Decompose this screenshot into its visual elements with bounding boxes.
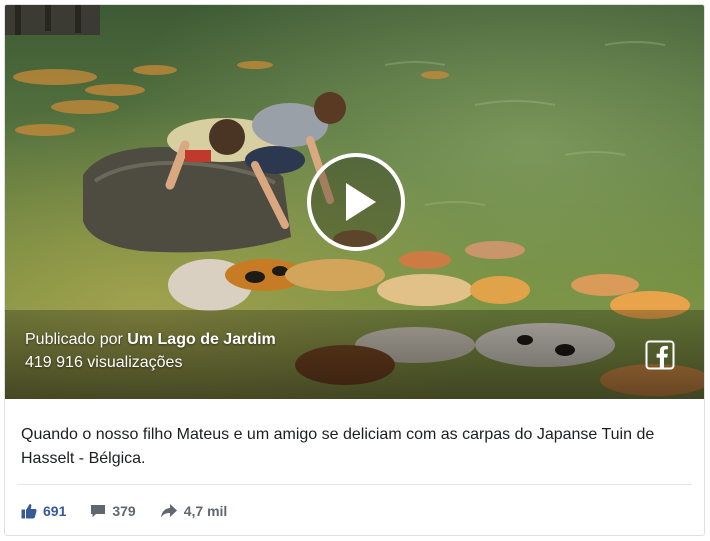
like-icon — [21, 504, 37, 519]
share-button[interactable]: 4,7 mil — [160, 503, 228, 519]
comment-count: 379 — [112, 503, 136, 519]
like-count: 691 — [43, 503, 67, 519]
comment-icon — [91, 505, 106, 518]
action-bar: 691 379 4,7 mil — [21, 500, 251, 522]
page-name-link[interactable]: Um Lago de Jardim — [127, 331, 275, 348]
share-count: 4,7 mil — [183, 503, 228, 519]
video-player[interactable]: Publicado por Um Lago de Jardim 419 916 … — [5, 5, 704, 399]
comment-button[interactable]: 379 — [90, 503, 136, 519]
divider — [17, 484, 692, 485]
like-button[interactable]: 691 — [21, 503, 66, 519]
published-prefix: Publicado por — [25, 331, 123, 348]
view-count: 419 916 visualizações — [25, 354, 183, 371]
facebook-icon[interactable] — [645, 340, 675, 370]
share-icon — [160, 504, 177, 518]
video-post-card: Publicado por Um Lago de Jardim 419 916 … — [4, 4, 705, 536]
play-icon[interactable] — [306, 152, 406, 252]
post-caption: Quando o nosso filho Mateus e um amigo s… — [21, 426, 655, 467]
published-by-line: Publicado por Um Lago de Jardim — [25, 331, 276, 349]
